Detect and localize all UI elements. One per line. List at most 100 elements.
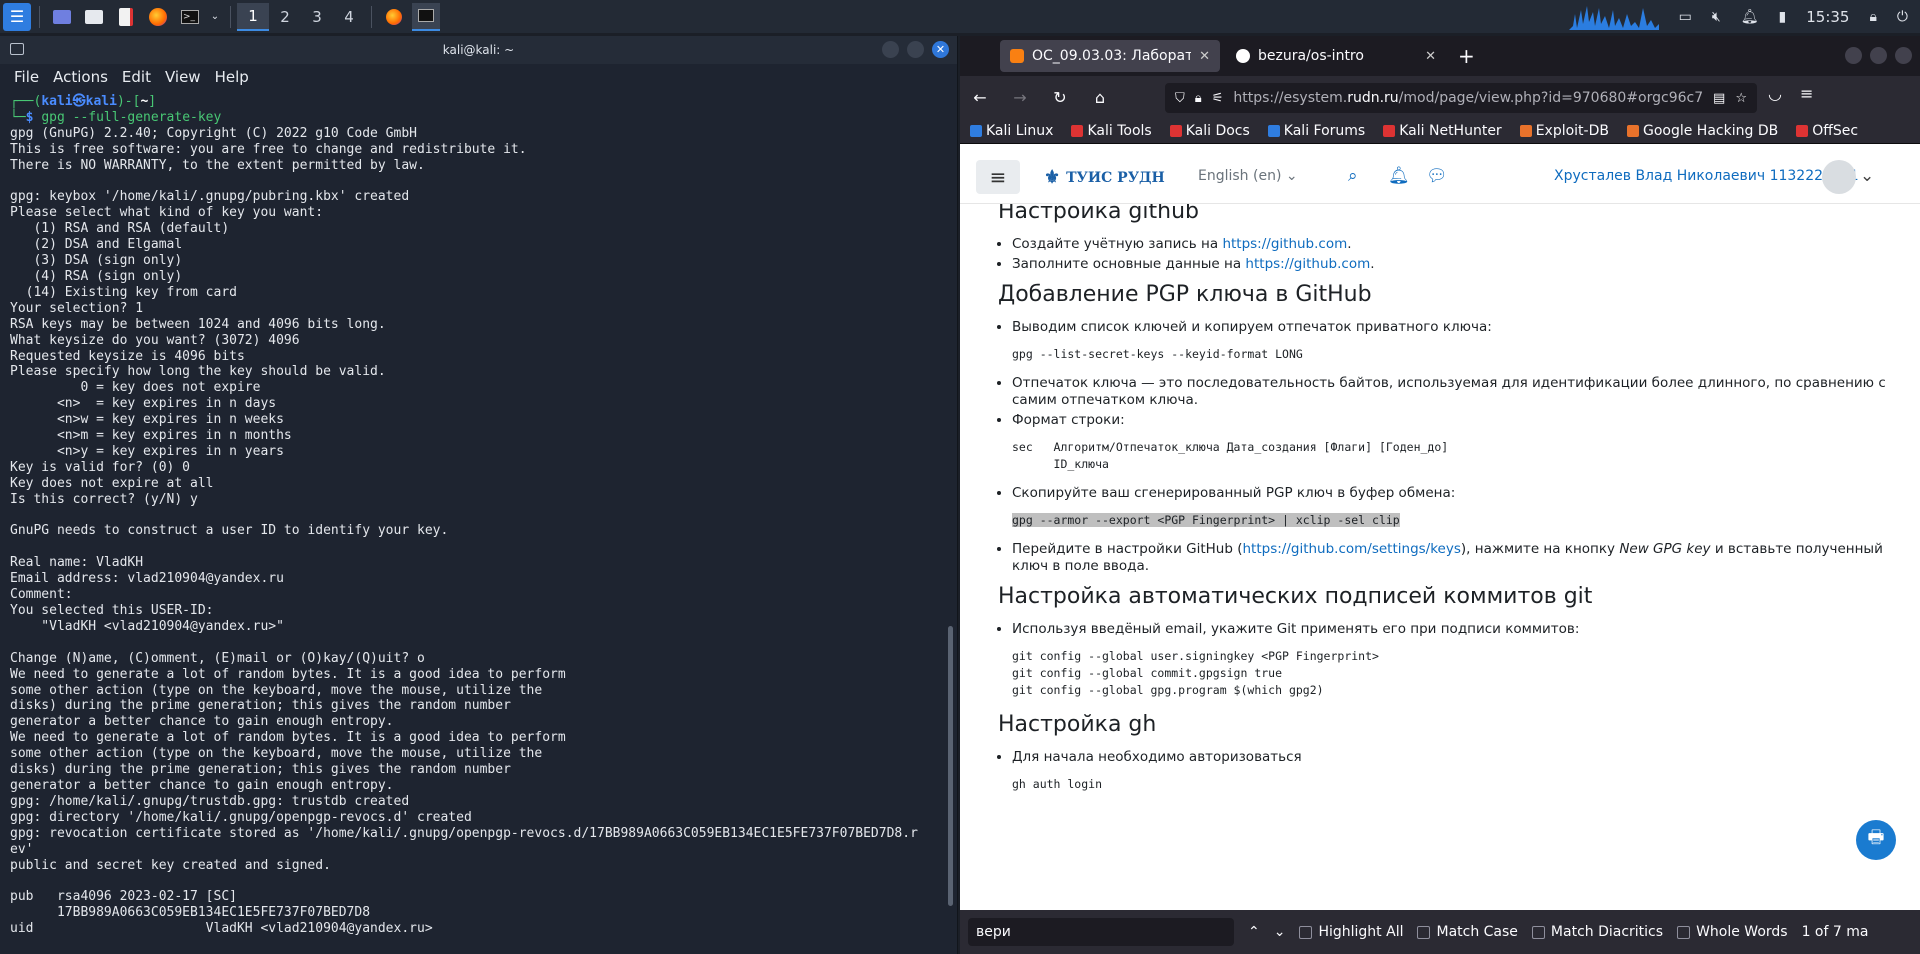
user-menu-chevron-icon[interactable]: ⌄	[1860, 166, 1874, 186]
battery-icon[interactable]: ▮	[1779, 9, 1787, 25]
language-selector[interactable]: English (en) ⌄	[1198, 168, 1298, 184]
maximize-button[interactable]	[907, 41, 924, 58]
kali-menu-icon[interactable]: ☰	[3, 2, 31, 31]
terminal-icon[interactable]: >_	[176, 3, 204, 31]
find-result-count: 1 of 7 ma	[1801, 924, 1869, 940]
offsec-icon	[1796, 124, 1809, 137]
bookmark-exploit-db[interactable]: Exploit-DB	[1519, 123, 1609, 139]
reader-mode-icon[interactable]: ▤	[1713, 91, 1725, 106]
terminal-menubar: File Actions Edit View Help	[0, 64, 957, 90]
kali-icon	[970, 124, 982, 137]
kali-tools-icon	[1071, 124, 1084, 137]
back-button[interactable]: ←	[970, 88, 990, 107]
search-icon[interactable]: ⌕	[1348, 166, 1358, 186]
forward-button[interactable]: →	[1010, 88, 1030, 107]
shield-icon[interactable]: ⛉	[1175, 91, 1185, 106]
lock-icon[interactable]: 🔒︎	[1869, 9, 1876, 25]
url-text[interactable]: https://esystem.rudn.ru/mod/page/view.ph…	[1233, 90, 1703, 106]
notifications-bell-icon[interactable]: 🔔︎	[1388, 166, 1410, 186]
text-editor-icon[interactable]	[112, 3, 140, 31]
user-name[interactable]: Хрусталев Влад Николаевич 1132222011	[1554, 168, 1859, 184]
power-icon[interactable]: ⏻	[1897, 9, 1908, 25]
taskbar-separator	[230, 5, 231, 28]
menu-help[interactable]: Help	[215, 68, 249, 86]
pgp-list-2: Отпечаток ключа — это последовательность…	[998, 375, 1900, 429]
moodle-favicon-icon	[1010, 49, 1024, 63]
github-list: Создайте учётную запись на https://githu…	[998, 236, 1900, 273]
bookmark-kali-linux[interactable]: Kali Linux	[970, 123, 1053, 139]
workspace-4[interactable]: 4	[333, 3, 365, 31]
tab-bar: ОС_09.03.03: Лабораторная ✕ bezura/os-in…	[960, 36, 1920, 76]
tab-github[interactable]: bezura/os-intro ✕	[1226, 40, 1446, 72]
nethunter-icon	[1383, 124, 1396, 137]
whole-words-checkbox[interactable]: Whole Words	[1677, 924, 1788, 940]
list-item: Создайте учётную запись на https://githu…	[1012, 236, 1900, 253]
url-bar[interactable]: ⛉ 🔒︎ ⚟ https://esystem.rudn.ru/mod/page/…	[1165, 83, 1757, 113]
close-button[interactable]: ✕	[932, 41, 949, 58]
mute-icon[interactable]: 🔇︎	[1712, 9, 1721, 25]
menu-edit[interactable]: Edit	[122, 68, 151, 86]
menu-file[interactable]: File	[14, 68, 39, 86]
file-manager-icon[interactable]	[80, 3, 108, 31]
site-logo[interactable]: ⚜ ТУИС РУДН	[1044, 167, 1165, 188]
permissions-icon[interactable]: ⚟	[1212, 91, 1224, 106]
find-next-icon[interactable]: ⌄	[1274, 924, 1286, 940]
avatar[interactable]	[1822, 160, 1856, 194]
sign-list: Используя введёный email, укажите Git пр…	[998, 621, 1900, 638]
highlight-all-checkbox[interactable]: Highlight All	[1299, 924, 1403, 940]
list-item: Скопируйте ваш сгенерированный PGP ключ …	[1012, 485, 1900, 502]
bookmarks-bar: Kali Linux Kali Tools Kali Docs Kali For…	[960, 118, 1920, 144]
menu-actions[interactable]: Actions	[53, 68, 108, 86]
display-icon[interactable]: ▭	[1679, 9, 1692, 25]
lock-icon[interactable]: 🔒︎	[1195, 91, 1202, 106]
find-previous-icon[interactable]: ⌃	[1248, 924, 1260, 940]
firefox-icon[interactable]	[144, 3, 172, 31]
github-settings-link[interactable]: https://github.com/settings/keys	[1242, 541, 1460, 557]
list-item: Выводим список ключей и копируем отпечат…	[1012, 319, 1900, 336]
minimize-button[interactable]	[882, 41, 899, 58]
match-case-checkbox[interactable]: Match Case	[1417, 924, 1518, 940]
find-input[interactable]: вери	[968, 918, 1234, 946]
exploit-db-icon	[1519, 124, 1532, 137]
chevron-down-icon[interactable]: ⌄	[208, 3, 222, 31]
code-block: sec Алгоритм/Отпечаток_ключа Дата_создан…	[1012, 440, 1449, 471]
browser-close-button[interactable]	[1895, 47, 1912, 64]
workspace-1[interactable]: 1	[237, 2, 269, 31]
find-bar: вери ⌃ ⌄ Highlight All Match Case Match …	[960, 910, 1920, 954]
browser-maximize-button[interactable]	[1870, 47, 1887, 64]
workspace-3[interactable]: 3	[301, 3, 333, 31]
close-tab-icon[interactable]: ✕	[1425, 49, 1436, 64]
code-block: gpg --list-secret-keys --keyid-format LO…	[1012, 347, 1303, 361]
workspace-2[interactable]: 2	[269, 3, 301, 31]
hamburger-menu-icon[interactable]: ≡	[976, 160, 1020, 194]
browser-minimize-button[interactable]	[1845, 47, 1862, 64]
home-button[interactable]: ⌂	[1090, 88, 1110, 107]
reload-button[interactable]: ↻	[1050, 88, 1070, 107]
new-tab-button[interactable]: +	[1458, 44, 1475, 68]
bookmark-google-hacking-db[interactable]: Google Hacking DB	[1626, 123, 1778, 139]
clock[interactable]: 15:35	[1806, 8, 1849, 26]
match-diacritics-checkbox[interactable]: Match Diacritics	[1531, 924, 1663, 940]
bookmark-kali-nethunter[interactable]: Kali NetHunter	[1383, 123, 1502, 139]
pocket-icon[interactable]: ◡	[1768, 84, 1782, 103]
github-link[interactable]: https://github.com	[1245, 256, 1370, 272]
bookmark-kali-forums[interactable]: Kali Forums	[1267, 123, 1365, 139]
chat-fab-icon[interactable]: 🖶︎	[1856, 820, 1896, 860]
show-desktop-icon[interactable]	[48, 3, 76, 31]
app-menu-icon[interactable]: ≡	[1800, 84, 1813, 103]
github-link[interactable]: https://github.com	[1222, 236, 1347, 252]
bell-icon[interactable]: 🔔︎	[1741, 9, 1759, 25]
bookmark-kali-tools[interactable]: Kali Tools	[1071, 123, 1152, 139]
close-tab-icon[interactable]: ✕	[1199, 49, 1210, 64]
task-terminal-icon[interactable]	[412, 2, 440, 31]
bookmark-offsec[interactable]: OffSec	[1796, 123, 1858, 139]
terminal-scrollbar[interactable]	[948, 626, 953, 906]
terminal-title: kali@kali: ~	[442, 43, 515, 57]
task-firefox-icon[interactable]	[380, 3, 408, 31]
messages-icon[interactable]: 💬︎	[1426, 166, 1448, 186]
bookmark-star-icon[interactable]: ☆	[1735, 91, 1747, 106]
terminal-output[interactable]: ┌──(kali㉿kali)-[~] └─$ gpg --full-genera…	[0, 92, 943, 954]
tab-course[interactable]: ОС_09.03.03: Лабораторная ✕	[1000, 40, 1220, 72]
bookmark-kali-docs[interactable]: Kali Docs	[1169, 123, 1250, 139]
menu-view[interactable]: View	[165, 68, 201, 86]
